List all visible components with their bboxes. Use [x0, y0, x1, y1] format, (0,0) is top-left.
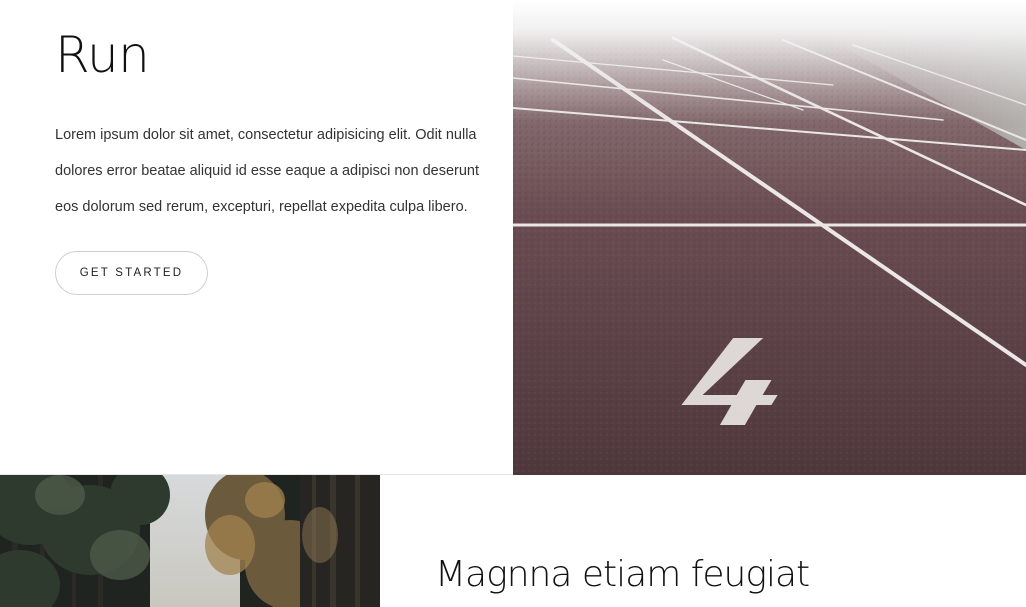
page: Run Lorem ipsum dolor sit amet, consecte… — [0, 0, 1026, 607]
run-description: Lorem ipsum dolor sit amet, consectetur … — [55, 127, 480, 215]
run-text-block: Run Lorem ipsum dolor sit amet, consecte… — [55, 0, 485, 295]
feature-title: Magnna etiam feugiat — [435, 554, 810, 595]
running-track-image — [513, 0, 1026, 475]
forest-path-image — [0, 475, 380, 607]
run-title: Run — [55, 26, 150, 84]
get-started-button[interactable]: GET STARTED — [55, 251, 208, 295]
run-section: Run Lorem ipsum dolor sit amet, consecte… — [0, 0, 1026, 475]
